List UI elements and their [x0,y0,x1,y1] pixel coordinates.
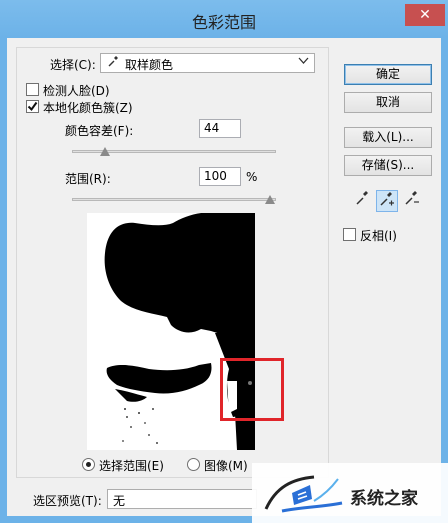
chevron-down-icon [298,55,309,69]
selection-preview-label: 选区预览(T): [33,494,102,508]
selection-radio-label: 选择范围(E) [99,459,164,473]
window-frame-left [0,38,7,523]
ok-button[interactable]: 确定 [344,64,432,85]
range-label: 范围(R): [65,172,111,186]
localized-clusters-label: 本地化颜色簇(Z) [43,101,133,115]
cancel-button[interactable]: 取消 [344,92,432,113]
fuzziness-label: 颜色容差(F): [65,124,134,138]
select-value: 取样颜色 [125,58,174,72]
eyedropper-minus-icon [405,191,419,205]
image-radio[interactable] [187,458,200,471]
eyedropper-icon [356,191,368,205]
save-button[interactable]: 存储(S)... [344,155,432,176]
range-input[interactable]: 100 [199,167,241,186]
load-button[interactable]: 载入(L)... [344,127,432,148]
radio-selected-dot [86,462,91,467]
detect-faces-label: 检测人脸(D) [43,84,110,98]
eyedropper-subtract-tool[interactable] [401,190,423,212]
window-frame-right [441,38,448,523]
selection-preview-dropdown[interactable]: 无 [107,489,257,509]
eyedropper-icon [108,55,119,70]
selection-preview-value: 无 [113,494,126,508]
eyedropper-tool[interactable] [351,190,373,212]
highlight-annotation [220,358,284,421]
range-slider-track[interactable] [72,198,276,201]
close-button[interactable]: ✕ [405,4,445,26]
fuzziness-input[interactable]: 44 [199,119,241,138]
detect-faces-checkbox[interactable] [26,83,39,96]
watermark-logo: 系统之家 [252,463,448,523]
range-unit: % [246,170,258,184]
select-dropdown[interactable]: 取样颜色 [100,53,315,73]
selection-radio[interactable] [82,458,95,471]
eyedropper-add-tool[interactable] [376,190,398,212]
invert-label: 反相(I) [360,229,397,243]
localized-clusters-checkbox[interactable] [26,100,39,113]
image-radio-label: 图像(M) [204,459,248,473]
watermark-logo-icon [264,475,343,513]
eyedropper-plus-icon [380,192,394,206]
select-label: 选择(C): [50,58,96,72]
invert-checkbox[interactable] [343,228,356,241]
watermark-text: 系统之家 [350,489,418,509]
window-title: 色彩范围 [191,13,256,32]
fuzziness-slider-thumb[interactable] [99,147,110,156]
checkmark-icon [27,101,38,112]
range-slider-thumb[interactable] [265,195,275,204]
